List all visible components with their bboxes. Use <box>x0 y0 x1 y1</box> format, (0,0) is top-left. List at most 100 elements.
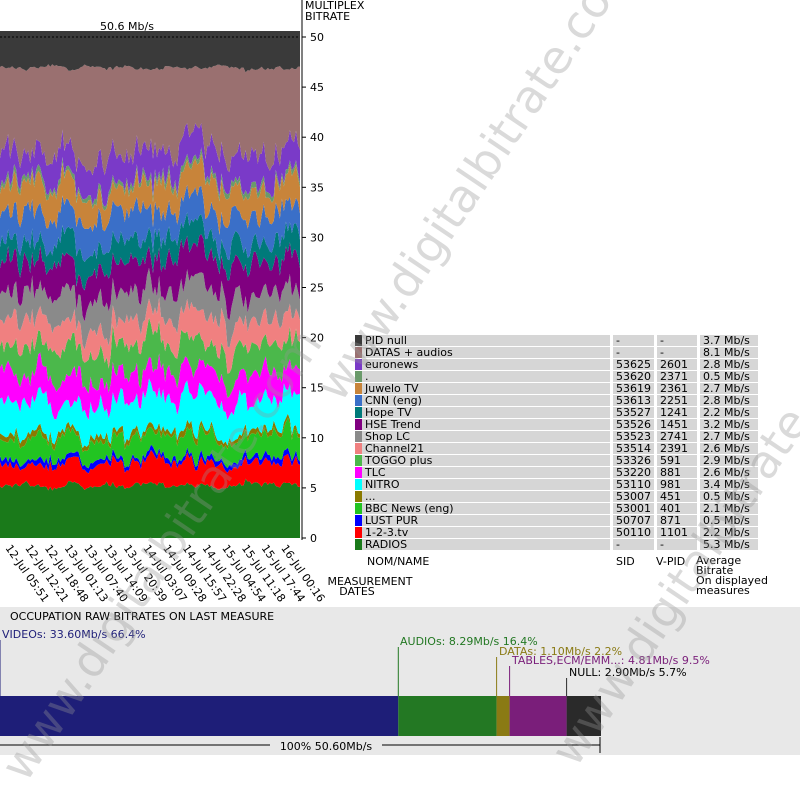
area-radios <box>0 478 300 538</box>
legend-swatch <box>355 455 362 466</box>
legend-bitrate: 3.7 Mb/s <box>697 335 758 346</box>
legend-bitrate: 2.8 Mb/s <box>697 395 758 406</box>
chart-title: 50.6 Mb/s <box>100 20 154 33</box>
legend-bitrate: 0.5 Mb/s <box>697 515 758 526</box>
legend-row: ... 53007 451 0.5 Mb/s <box>355 491 758 502</box>
legend-vpid: 2741 <box>654 431 697 442</box>
legend-vpid: 981 <box>654 479 697 490</box>
y-tick-label: 45 <box>310 81 324 94</box>
legend-bitrate: 2.2 Mb/s <box>697 527 758 538</box>
legend-sid: 50707 <box>610 515 654 526</box>
legend-vpid: - <box>654 347 697 358</box>
legend-row: Channel21 53514 2391 2.6 Mb/s <box>355 443 758 454</box>
legend-bitrate: 2.9 Mb/s <box>697 455 758 466</box>
legend-row: 1-2-3.tv 50110 1101 2.2 Mb/s <box>355 527 758 538</box>
legend-swatch <box>355 503 362 514</box>
legend-row: NITRO 53110 981 3.4 Mb/s <box>355 479 758 490</box>
legend-header-sid: SID <box>616 555 635 568</box>
legend-vpid: 1451 <box>654 419 697 430</box>
y-tick-label: 10 <box>310 432 324 445</box>
y-tick-label: 5 <box>310 482 317 495</box>
legend-sid: 53001 <box>610 503 654 514</box>
legend-vpid: - <box>654 335 697 346</box>
legend-swatch <box>355 527 362 538</box>
occupation-label: VIDEOs: 33.60Mb/s 66.4% <box>2 628 146 641</box>
legend-bitrate: 5.3 Mb/s <box>697 539 758 550</box>
legend-name: BBC News (eng) <box>362 503 610 514</box>
legend-vpid: 401 <box>654 503 697 514</box>
y-tick-label: 50 <box>310 31 324 44</box>
legend-row: Hope TV 53527 1241 2.2 Mb/s <box>355 407 758 418</box>
legend-name: . <box>362 371 610 382</box>
legend-sid: 53110 <box>610 479 654 490</box>
legend-row: CNN (eng) 53613 2251 2.8 Mb/s <box>355 395 758 406</box>
legend-row: RADIOS - -5.3 Mb/s <box>355 539 758 550</box>
legend-name: Juwelo TV <box>362 383 610 394</box>
legend-name: LUST PUR <box>362 515 610 526</box>
legend-header-bitrate: Average Bitrate On displayed measures <box>696 554 768 597</box>
legend-row: PID null - -3.7 Mb/s <box>355 335 758 346</box>
legend-bitrate: 2.8 Mb/s <box>697 359 758 370</box>
legend-bitrate: 2.6 Mb/s <box>697 443 758 454</box>
occupation-segment <box>509 696 567 736</box>
legend-swatch <box>355 359 362 370</box>
legend-vpid: 591 <box>654 455 697 466</box>
legend-swatch <box>355 407 362 418</box>
occupation-segment <box>566 696 601 736</box>
legend-bitrate: 2.1 Mb/s <box>697 503 758 514</box>
occupation-segment <box>0 696 399 736</box>
legend-sid: 53526 <box>610 419 654 430</box>
legend-row: LUST PUR 50707 871 0.5 Mb/s <box>355 515 758 526</box>
legend-bitrate: 2.7 Mb/s <box>697 383 758 394</box>
legend-header-name: NOM/NAME <box>367 555 430 568</box>
legend-row: euronews 53625 2601 2.8 Mb/s <box>355 359 758 370</box>
legend-name: Hope TV <box>362 407 610 418</box>
legend-vpid: 2251 <box>654 395 697 406</box>
legend-bitrate: 2.6 Mb/s <box>697 467 758 478</box>
legend-name: HSE Trend <box>362 419 610 430</box>
legend-sid: 53326 <box>610 455 654 466</box>
x-axis-label-line2: DATES <box>339 585 375 598</box>
legend-vpid: 2371 <box>654 371 697 382</box>
legend-row: Juwelo TV 53619 2361 2.7 Mb/s <box>355 383 758 394</box>
legend-vpid: 881 <box>654 467 697 478</box>
occupation-panel: OCCUPATION RAW BITRATES ON LAST MEASURE … <box>0 607 800 755</box>
legend-name: ... <box>362 491 610 502</box>
legend-name: 1-2-3.tv <box>362 527 610 538</box>
legend-name: CNN (eng) <box>362 395 610 406</box>
occupation-label: NULL: 2.90Mb/s 5.7% <box>569 666 687 679</box>
legend-sid: 53620 <box>610 371 654 382</box>
occupation-total-label: 100% 50.60Mb/s <box>280 740 373 753</box>
legend-bitrate: 2.2 Mb/s <box>697 407 758 418</box>
legend-bitrate: 0.5 Mb/s <box>697 371 758 382</box>
legend-bitrate: 3.4 Mb/s <box>697 479 758 490</box>
occupation-segment <box>496 696 510 736</box>
legend-sid: - <box>610 539 654 550</box>
legend-swatch <box>355 371 362 382</box>
x-axis-labels: 12-Jul 05:5112-Jul 12:2112-Jul 18:4813-J… <box>3 542 328 604</box>
legend-sid: 53523 <box>610 431 654 442</box>
legend-swatch <box>355 431 362 442</box>
legend-vpid: 2361 <box>654 383 697 394</box>
legend-swatch <box>355 419 362 430</box>
legend-bitrate: 2.7 Mb/s <box>697 431 758 442</box>
legend-vpid: 2391 <box>654 443 697 454</box>
legend-sid: 53220 <box>610 467 654 478</box>
area-layers <box>0 31 300 538</box>
legend-swatch <box>355 443 362 454</box>
legend-sid: 53007 <box>610 491 654 502</box>
legend-name: Shop LC <box>362 431 610 442</box>
legend-name: TOGGO plus <box>362 455 610 466</box>
y-tick-label: 25 <box>310 282 324 295</box>
legend-row: TLC 53220 881 2.6 Mb/s <box>355 467 758 478</box>
legend-name: DATAS + audios <box>362 347 610 358</box>
legend-name: Channel21 <box>362 443 610 454</box>
legend-sid: 53619 <box>610 383 654 394</box>
legend-row: BBC News (eng) 53001 401 2.1 Mb/s <box>355 503 758 514</box>
occupation-segment <box>398 696 497 736</box>
legend-swatch <box>355 467 362 478</box>
legend-swatch <box>355 539 362 550</box>
legend-bitrate: 3.2 Mb/s <box>697 419 758 430</box>
legend-sid: - <box>610 335 654 346</box>
legend-sid: 53625 <box>610 359 654 370</box>
